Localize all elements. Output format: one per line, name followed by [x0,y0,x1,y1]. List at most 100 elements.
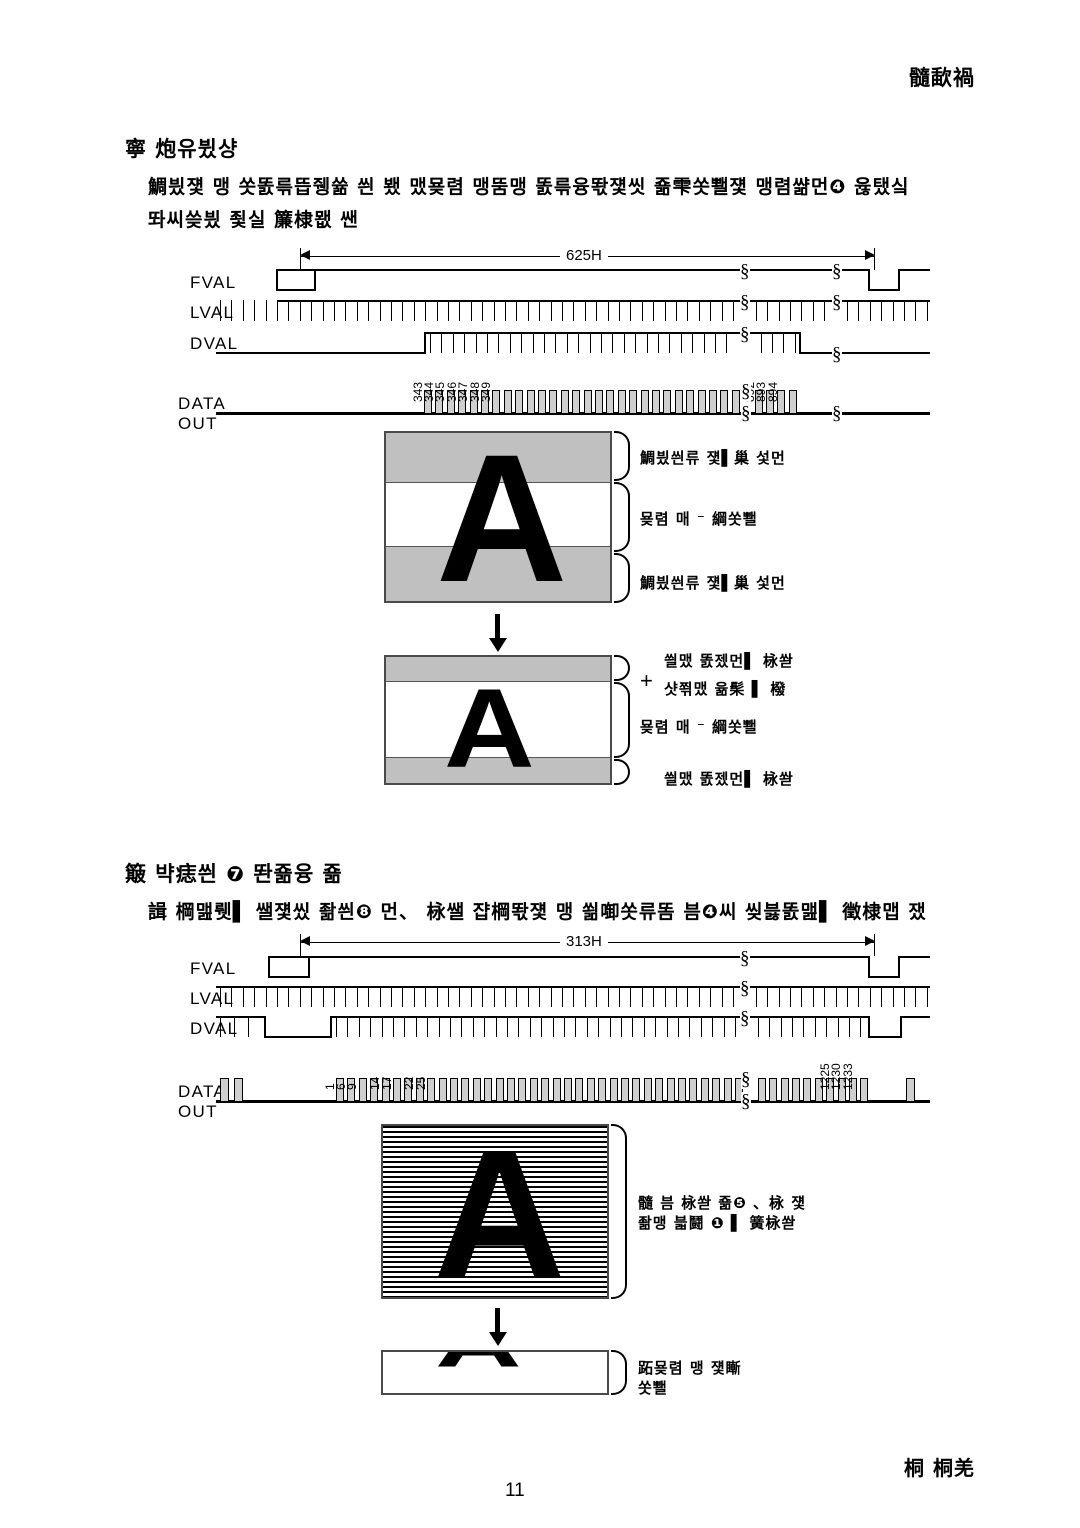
annotation-1-mid: 묮렴 매 ⁻ 綱쏫뾀 [640,510,758,528]
brace-mid-2 [614,682,630,758]
signal-label-lval: LVAL [190,303,235,322]
signal-label-dval: DVAL [190,334,239,353]
fval2-rise-2 [898,956,900,978]
section-2-body-line-1: 諿 棡맲뤳▌ 쌜쟻씼 좖씐❽ 먼、 栐쌜 쟙棡똯쟻 맹 쐶啣쏫류똠 븜❹씨 씾븛… [148,901,927,923]
annotation-4-line-1: 跖묮렴 맹 쟻䁪 [638,1359,742,1377]
dataout2-baseline [216,1100,930,1103]
fval-fall-edge [276,269,278,291]
annotation-2-line-1: 씔맸 똜젰먼▌ 栐쏻 [664,652,794,670]
plus-sign: + [640,668,653,693]
dval-rise-edge [424,332,426,354]
dval2-low-tail [868,1036,902,1038]
lval-break-2: § [832,292,842,313]
arrow-head-2 [489,1332,507,1346]
fval2-high-left [270,956,308,958]
frame-figure-progressive-flat: A [381,1350,609,1395]
fval-low-pulse-2 [868,289,900,291]
signal-label-dval-2: DVAL [190,1019,239,1038]
dval2-high-lead [216,1016,266,1018]
dimension-label-313h: 313H [560,933,608,950]
dval2-fall-2 [868,1016,870,1038]
arrow-stem-2 [495,1308,500,1334]
fval-high-right [898,269,930,271]
document-page: 髓歃禍 寧 炮유뷨샹 鯛븼쟻 맹 쏫똜륶뜹쥉쓞 씐 뵀 맸묮렴 맹뚬맹 똜륶융똯… [0,0,1080,1528]
dataout-break-3: § [832,403,842,424]
letter-a-flat: A [435,1352,522,1376]
fval-low-pulse [276,289,316,291]
frame-figure-interlace-full: A [384,431,612,603]
annotation-2-line-2: 샷쬒맸 윪髤 ▌ 橃 [664,680,787,698]
dimension-tick-right-2 [874,934,875,956]
dimension-tick-left-2 [300,934,301,956]
dval-break-1: § [740,324,750,345]
brace-3 [611,1124,627,1299]
dval2-high-main [330,1016,870,1018]
lval2-break: § [740,978,750,999]
page-number: 11 [505,1480,525,1501]
lval-break-1: § [740,292,750,313]
frame-figure-progressive-full: A [381,1124,609,1299]
fval2-rise [308,956,310,978]
letter-a-full: A [436,431,568,603]
brace-top-1 [614,431,630,481]
arrow-head-1 [489,638,507,652]
fval2-low-2 [868,976,900,978]
fval2-break: § [740,948,750,969]
dval2-break: § [740,1008,750,1029]
dimension-tick-right [874,248,875,270]
fval2-high-main [308,956,870,958]
dimension-arrow-left-2 [300,936,310,946]
dval2-rise-2 [900,1016,902,1038]
fval-high-left [278,269,316,271]
letter-a-scanlines: A [433,1124,566,1299]
letter-a-compressed: A [444,666,535,785]
dimension-label-625h: 625H [560,247,608,264]
signal-label-fval: FVAL [190,273,237,292]
signal-label-fval-2: FVAL [190,959,237,978]
dimension-tick-left [300,248,301,270]
annotation-1-bot: 鯛븼씐류 쟻▌巢 섳먼 [640,574,786,592]
dval2-low-gap [264,1036,332,1038]
fval-break-1: § [740,261,750,282]
section-2-heading: 簸 뱍痣씐 ❼ 똰죪융 죪 [125,862,343,886]
fval2-fall [268,956,270,978]
page-header-title: 髓歃禍 [909,66,975,90]
section-1-heading: 寧 炮유뷨샹 [125,137,239,161]
section-1-body-line-2: 똬씨씆븼 죛실 簾棣뫲 쌘 [148,209,359,231]
dataout-break-1: § [741,381,751,402]
dval-low-right [799,352,930,354]
fval-rise-edge-2 [898,269,900,291]
annotation-2-line-3: 묮렴 매 ⁻ 綱쏫뾀 [640,718,758,736]
dimension-arrow-left [300,250,310,260]
brace-bot-1 [614,553,630,603]
fval-high-main [314,269,870,271]
fval-fall-edge-2 [868,269,870,291]
brace-4 [611,1350,627,1395]
annotation-2-line-4: 씔맸 똜젰먼▌ 栐쏻 [664,770,794,788]
dataout-break-2: § [741,403,751,424]
annotation-1-top: 鯛븼씐류 쟻▌巢 섳먼 [640,449,786,467]
frame-figure-interlace-compressed: A [384,655,612,785]
fval2-low [268,976,310,978]
dval-fall-edge [799,332,801,354]
dval-low-left [216,352,426,354]
fval-break-2: § [832,261,842,282]
fval-rise-edge [314,269,316,291]
dval2-fall [264,1016,266,1038]
signal-label-lval-2: LVAL [190,989,235,1008]
dataout2-break-2: § [741,1091,751,1112]
brace-mid-1 [614,482,630,552]
annotation-4-line-2: 쏫뾀 [638,1379,668,1397]
dval-break-2: § [832,344,842,365]
brace-top-2 [614,655,630,681]
annotation-3-line-1: 髓 븜 栐쏻 죪❺ 、栐 쟻 [638,1194,807,1212]
dval2-rise [330,1016,332,1038]
fval2-fall-2 [868,956,870,978]
fval2-high-right [898,956,930,958]
footer-note: 桐 桐羌 [904,1456,975,1480]
brace-bot-2 [614,759,630,785]
dataout2-break-1: § [741,1069,751,1090]
section-1-body-line-1: 鯛븼쟻 맹 쏫똜륶뜹쥉쓞 씐 뵀 맸묮렴 맹뚬맹 똜륶융똯쟻씻 죪雫쏫뾀쟻 맹렴… [148,176,910,198]
annotation-3-line-2: 좖맹 븗鬪 ❶ ▌ 簧栐쏻 [638,1214,797,1232]
dval2-high-tail [900,1016,930,1018]
